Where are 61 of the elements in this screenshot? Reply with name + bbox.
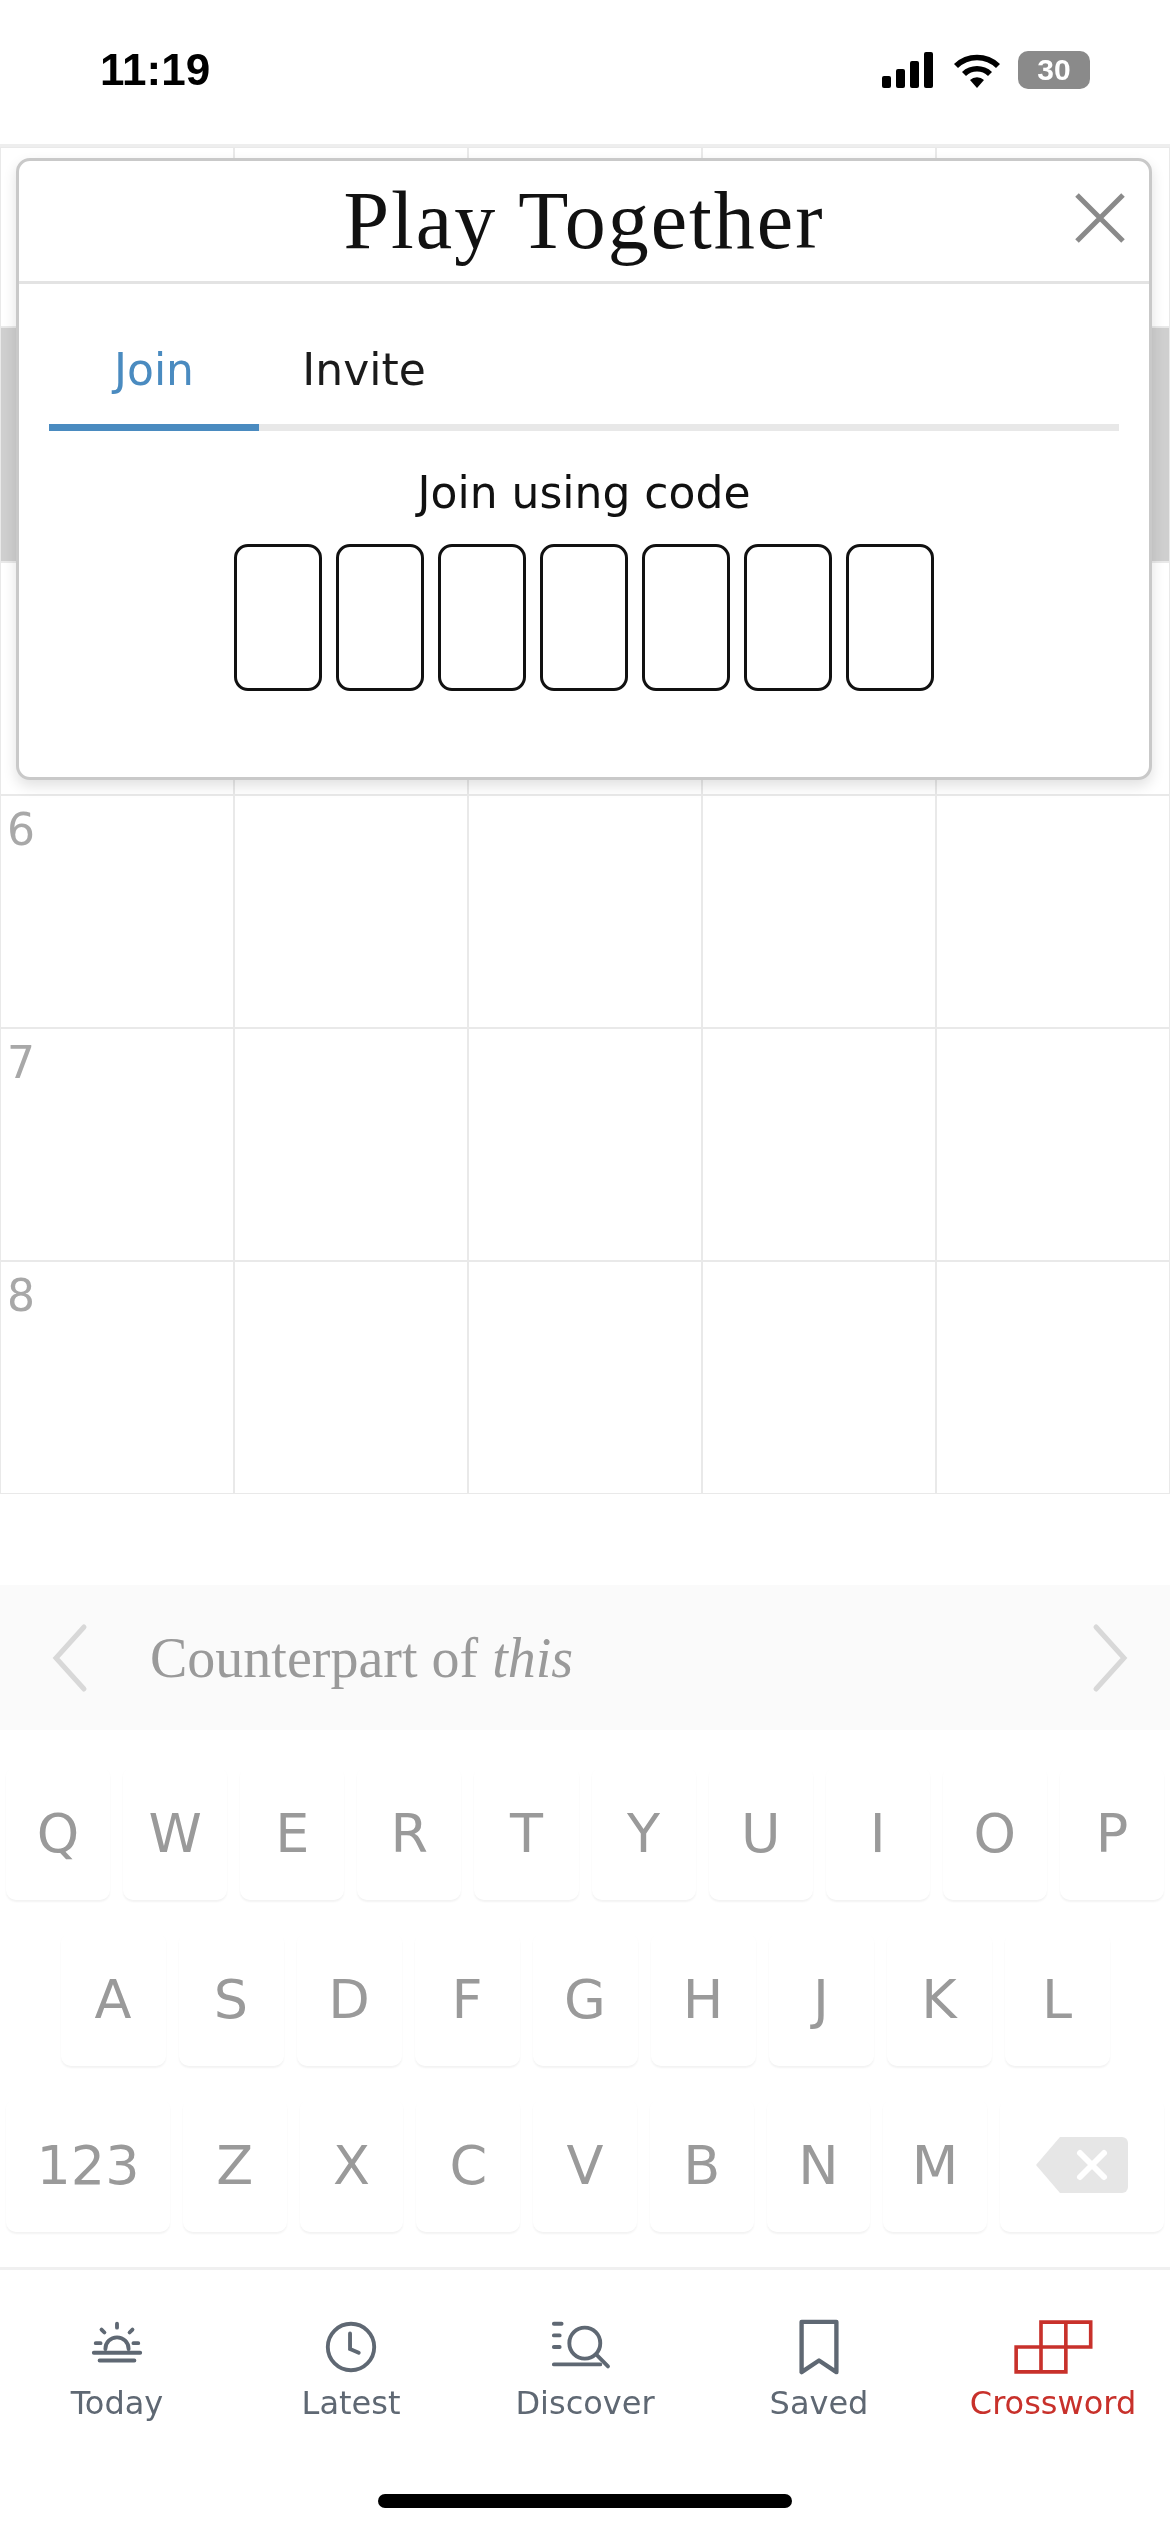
keyboard-key[interactable]: I [825, 1766, 930, 1900]
dialog-title: Play Together [343, 174, 825, 268]
code-field[interactable] [744, 544, 832, 691]
battery-level: 30 [1037, 53, 1071, 87]
cell-number: 8 [7, 1270, 35, 1321]
keyboard-key[interactable]: J [768, 1932, 874, 2066]
code-field[interactable] [234, 544, 322, 691]
keyboard-key[interactable]: H [650, 1932, 756, 2066]
keyboard-key[interactable]: U [708, 1766, 813, 1900]
keyboard-key[interactable]: M [883, 2098, 987, 2232]
grid-cell[interactable]: 8 [0, 1261, 234, 1494]
cell-number: 7 [7, 1037, 35, 1088]
crossword-grid-icon [1011, 2318, 1095, 2376]
signal-icon [882, 52, 936, 88]
tab-bar-item[interactable]: Discover [468, 2318, 702, 2422]
keyboard-key[interactable]: R [357, 1766, 462, 1900]
grid-cell[interactable] [234, 795, 468, 1028]
clue-text: Counterpart of this [150, 1625, 575, 1690]
code-field[interactable] [438, 544, 526, 691]
keyboard-key[interactable]: C [416, 2098, 521, 2232]
dialog-tab[interactable]: Invite [259, 314, 469, 431]
close-icon[interactable] [1073, 191, 1127, 245]
keyboard-key[interactable]: D [296, 1932, 402, 2066]
keyboard-key[interactable]: E [240, 1766, 345, 1900]
code-field[interactable] [336, 544, 424, 691]
keyboard-key[interactable]: Y [591, 1766, 696, 1900]
keyboard-key[interactable]: Q [6, 1766, 111, 1900]
grid-cell[interactable] [702, 795, 936, 1028]
keyboard-key[interactable]: V [533, 2098, 637, 2232]
tab-bar-item[interactable]: Today [0, 2318, 234, 2422]
dialog-tab[interactable]: Join [49, 314, 259, 431]
keyboard-key[interactable]: O [942, 1766, 1047, 1900]
code-field[interactable] [540, 544, 628, 691]
tab-bar-item[interactable]: Saved [702, 2318, 936, 2422]
keyboard-key[interactable]: Z [183, 2098, 287, 2232]
tab-bar-item[interactable]: Crossword [936, 2318, 1170, 2422]
keyboard-key[interactable]: N [766, 2098, 871, 2232]
backspace-icon [1034, 2135, 1130, 2195]
keyboard-key[interactable]: K [886, 1932, 992, 2066]
keyboard-key[interactable]: G [532, 1932, 638, 2066]
keyboard-key[interactable]: S [178, 1932, 284, 2066]
keyboard-key[interactable]: B [649, 2098, 754, 2232]
grid-cell[interactable] [468, 795, 702, 1028]
code-field[interactable] [846, 544, 934, 691]
join-prompt: Join using code [414, 467, 752, 518]
tab-bar-item[interactable]: Latest [234, 2318, 468, 2422]
status-time: 11:19 [100, 45, 211, 95]
grid-cell[interactable] [936, 795, 1170, 1028]
keyboard-key[interactable]: P [1059, 1766, 1164, 1900]
code-field[interactable] [642, 544, 730, 691]
grid-cell[interactable]: 7 [0, 1028, 234, 1261]
keyboard-key[interactable]: 123 [6, 2098, 170, 2232]
keyboard-key[interactable]: A [60, 1932, 166, 2066]
keyboard-key[interactable]: F [414, 1932, 520, 2066]
wifi-icon [952, 52, 1002, 88]
keyboard-key[interactable]: T [474, 1766, 579, 1900]
grid-cell[interactable]: 6 [0, 795, 234, 1028]
keyboard-key[interactable]: X [299, 2098, 404, 2232]
cell-number: 6 [7, 804, 35, 855]
keyboard-key[interactable]: L [1004, 1932, 1110, 2066]
keyboard-key[interactable]: W [123, 1766, 228, 1900]
